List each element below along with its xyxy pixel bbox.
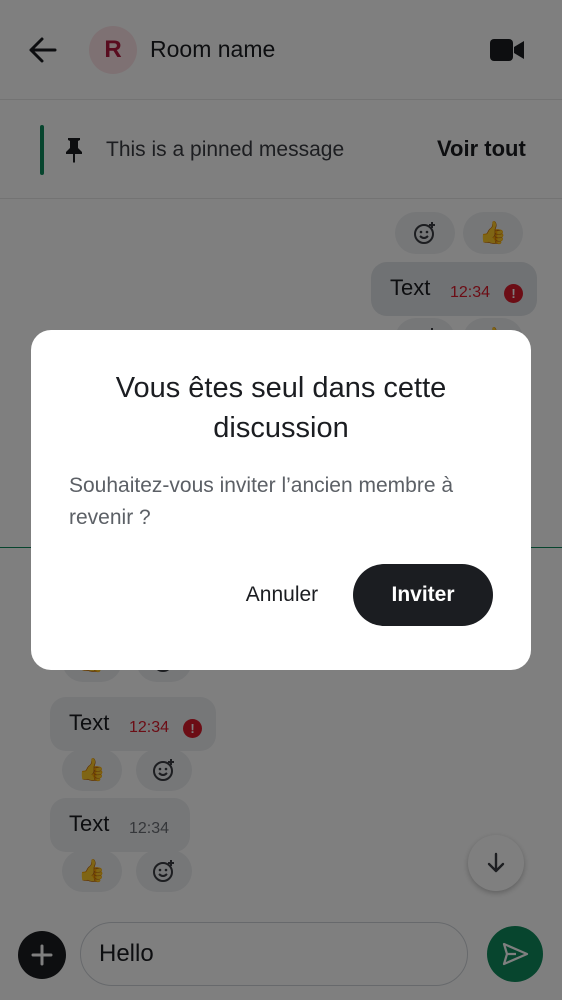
alone-in-room-dialog: Vous êtes seul dans cette discussion Sou…	[31, 330, 531, 670]
dialog-message: Souhaitez-vous inviter l’ancien membre à…	[69, 474, 454, 529]
dialog-title: Vous êtes seul dans cette discussion	[115, 372, 447, 444]
cancel-button[interactable]: Annuler	[232, 564, 332, 626]
invite-button[interactable]: Inviter	[353, 564, 493, 626]
